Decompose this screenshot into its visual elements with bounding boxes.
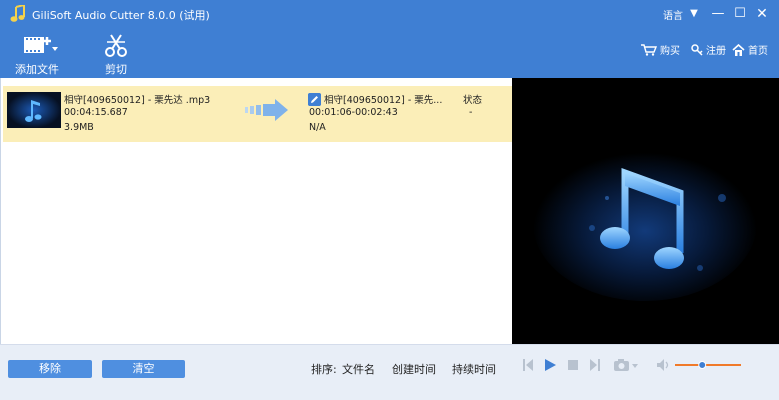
key-icon: [691, 43, 703, 56]
previous-icon[interactable]: [522, 358, 534, 372]
dropdown-menu-icon[interactable]: ▼: [684, 4, 704, 24]
remove-button[interactable]: 移除: [8, 360, 92, 378]
buy-link[interactable]: 购买: [641, 42, 680, 57]
register-link[interactable]: 注册: [691, 42, 726, 57]
cut-button[interactable]: 剪切: [96, 32, 136, 77]
status-value: -: [469, 107, 473, 118]
output-size: N/A: [309, 122, 326, 133]
maximize-button[interactable]: ☐: [730, 4, 750, 24]
sort-label: 排序:: [311, 363, 337, 376]
sort-by-duration[interactable]: 持续时间: [452, 361, 496, 377]
source-duration: 00:04:15.687: [64, 107, 128, 118]
cart-icon: [641, 43, 657, 56]
output-time-range: 00:01:06-00:02:43: [309, 107, 398, 118]
music-note-icon: [7, 92, 61, 128]
convert-arrow-icon: [245, 99, 288, 121]
snapshot-camera-icon[interactable]: [613, 358, 639, 372]
volume-slider[interactable]: [675, 358, 741, 372]
next-icon[interactable]: [589, 358, 601, 372]
app-logo-icon: [10, 5, 25, 22]
player-controls: [512, 345, 779, 385]
buy-label: 购买: [660, 46, 680, 57]
source-size: 3.9MB: [64, 122, 94, 133]
footer-strip: [0, 384, 779, 400]
film-add-icon: [24, 37, 58, 53]
sort-by-created[interactable]: 创建时间: [392, 361, 436, 377]
volume-knob[interactable]: [698, 361, 707, 369]
file-list: 相守[409650012] - 栗先达 .mp3 00:04:15.687 3.…: [0, 78, 513, 344]
edit-icon[interactable]: [308, 93, 321, 106]
add-file-button[interactable]: 添加文件: [12, 32, 62, 77]
close-button[interactable]: ✕: [752, 4, 772, 24]
status-header: 状态: [463, 95, 483, 106]
language-menu[interactable]: 语言: [663, 7, 683, 22]
toolbar: 添加文件 剪切 购买 注册 首页: [0, 28, 779, 78]
play-icon[interactable]: [543, 358, 557, 372]
register-label: 注册: [706, 46, 726, 57]
output-file-name: 相守[409650012] - 栗先...: [324, 95, 443, 106]
home-icon: [732, 43, 745, 56]
bottom-bar: 移除 清空 排序: 文件名 创建时间 持续时间: [0, 344, 779, 384]
clear-button[interactable]: 清空: [102, 360, 185, 378]
window-title: GiliSoft Audio Cutter 8.0.0 (试用): [32, 9, 210, 22]
preview-music-note-icon: [512, 78, 779, 344]
minimize-button[interactable]: —: [708, 4, 728, 24]
sort-by-name[interactable]: 文件名: [342, 361, 375, 377]
source-file-name: 相守[409650012] - 栗先达 .mp3: [64, 95, 211, 106]
preview-panel: [512, 78, 779, 344]
cut-label: 剪切: [105, 63, 127, 76]
file-row[interactable]: 相守[409650012] - 栗先达 .mp3 00:04:15.687 3.…: [3, 86, 513, 142]
add-file-label: 添加文件: [15, 63, 59, 76]
stop-icon[interactable]: [567, 358, 579, 372]
scissors-icon: [105, 34, 127, 57]
title-bar: GiliSoft Audio Cutter 8.0.0 (试用) 语言 ▼ — …: [0, 0, 779, 28]
volume-icon[interactable]: [656, 358, 670, 372]
home-link[interactable]: 首页: [732, 42, 768, 57]
file-thumbnail: [7, 92, 61, 128]
home-label: 首页: [748, 46, 768, 57]
